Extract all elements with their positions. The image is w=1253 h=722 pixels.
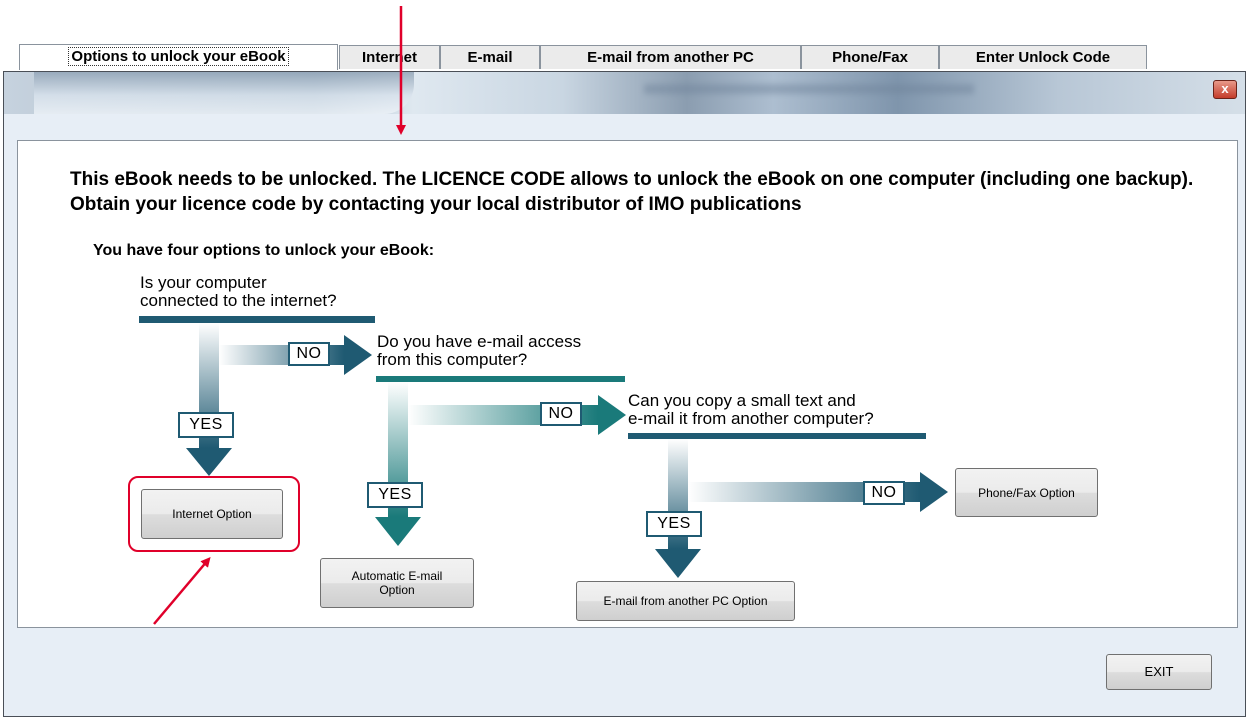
annotation-arrows: [153, 6, 406, 625]
red-arrow-to-internet-option: [153, 556, 211, 625]
